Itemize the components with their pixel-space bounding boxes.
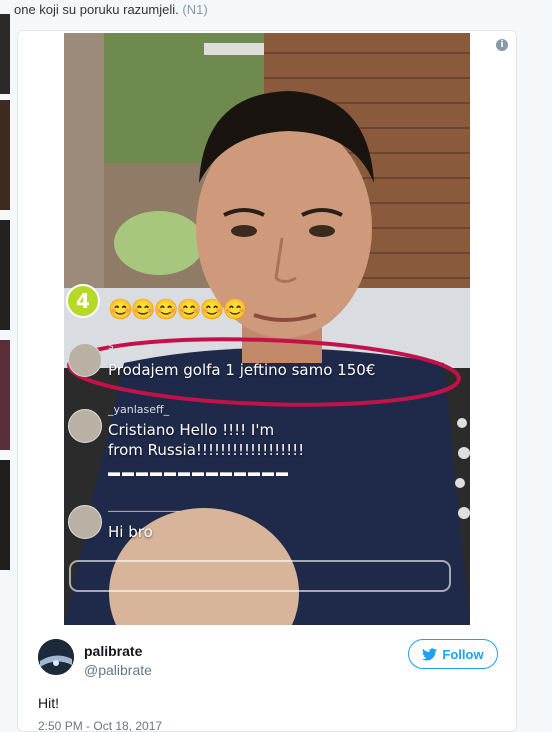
- article-text-body: one koji su poruku razumjeli.: [14, 2, 179, 17]
- comment-message: Hi bro: [108, 523, 153, 541]
- thumbnail[interactable]: [0, 460, 10, 570]
- twitter-bird-icon: [422, 647, 438, 660]
- avatar[interactable]: [38, 639, 74, 675]
- tweet-image[interactable]: 4 😊😊😊😊😊😊 s_________ Prodajem golfa 1 jef…: [64, 33, 470, 625]
- follow-button[interactable]: Follow: [408, 639, 498, 669]
- comment-message: Prodajem golfa 1 jeftino samo 150€: [108, 361, 376, 379]
- thumbnail[interactable]: [0, 14, 10, 94]
- comment-author: _____________: [108, 499, 180, 512]
- info-icon[interactable]: i: [496, 39, 508, 51]
- tweet-timestamp[interactable]: 2:50 PM - Oct 18, 2017: [38, 719, 162, 731]
- comment-author: _yanlaseff_: [108, 403, 170, 416]
- author-name[interactable]: palibrate: [84, 643, 142, 659]
- avatar: [68, 343, 102, 377]
- tweet-author: palibrate @palibrate Follow: [38, 635, 498, 695]
- follow-label: Follow: [442, 646, 484, 662]
- viewer-badge: 4: [66, 284, 100, 318]
- live-comments: 4 😊😊😊😊😊😊 s_________ Prodajem golfa 1 jef…: [64, 33, 470, 625]
- thumbnail[interactable]: [0, 340, 10, 450]
- tweet-text: Hit!: [38, 695, 59, 711]
- avatar: [68, 409, 102, 443]
- sidebar-thumbnails: [0, 0, 10, 724]
- comment-message: from Russia!!!!!!!!!!!!!!!!!!: [108, 441, 305, 459]
- flag-row: ▬▬▬▬▬▬▬▬▬▬▬▬▬: [108, 465, 290, 479]
- thumbnail[interactable]: [0, 220, 10, 330]
- article-text: one koji su poruku razumjeli. (N1): [14, 2, 208, 17]
- avatar-image: [38, 639, 74, 675]
- emoji-row: 😊😊😊😊😊😊: [108, 299, 247, 321]
- article-text-ref: (N1): [182, 2, 208, 17]
- thumbnail[interactable]: [0, 100, 10, 210]
- comment-message: Cristiano Hello !!!! I'm: [108, 421, 275, 439]
- avatar: [68, 505, 102, 539]
- embedded-tweet: i 4 😊😊😊😊😊😊 s_________ Prodajem golfa 1 j…: [17, 30, 517, 732]
- author-handle[interactable]: @palibrate: [84, 662, 152, 678]
- comment-author: s_________: [108, 339, 164, 352]
